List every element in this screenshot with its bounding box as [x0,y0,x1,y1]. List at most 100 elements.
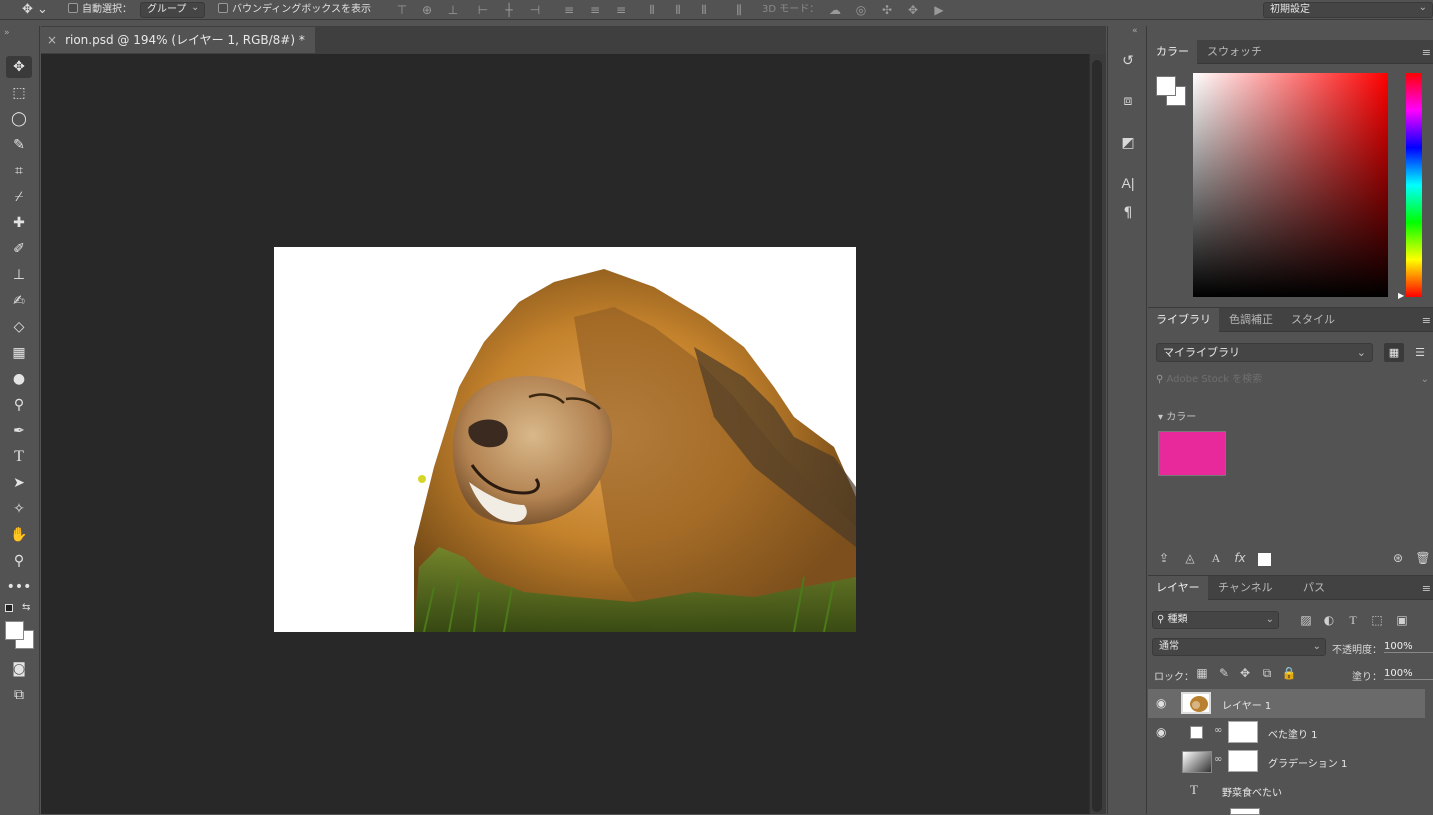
add-graphic-icon[interactable]: ◬ [1182,551,1198,565]
library-select[interactable]: マイライブラリ ⌄ [1156,343,1373,362]
eraser-tool-icon[interactable]: ◇ [6,316,32,338]
filter-type-icon[interactable]: T [1345,613,1361,628]
auto-align-icon[interactable]: ⫼ [732,3,746,17]
slide-3d-icon[interactable]: ✥ [906,3,920,17]
library-color-swatch[interactable] [1158,431,1226,476]
panel-menu-icon[interactable]: ≡ [1422,582,1431,595]
lock-artboard-icon[interactable]: ⧉ [1259,666,1275,681]
crop-tool-icon[interactable]: ⌗ [6,160,32,182]
bounding-box-checkbox[interactable]: バウンディングボックスを表示 [218,2,371,18]
zoom-tool-icon[interactable]: ⚲ [6,550,32,572]
grid-view-icon[interactable]: ▦ [1384,343,1404,362]
align-right-icon[interactable]: ⊣ [528,3,542,17]
distribute-bottom-icon[interactable]: ≡ [614,3,628,17]
lock-all-icon[interactable]: 🔒 [1281,666,1297,680]
filter-pixel-icon[interactable]: ▨ [1298,613,1314,627]
workspace-dropdown[interactable]: 初期設定 [1263,1,1433,18]
camera-3d-icon[interactable]: ▶ [932,3,946,17]
expand-arrows-icon[interactable]: « [1132,26,1138,36]
tab-paths[interactable]: パス [1295,576,1333,600]
swap-colors-icon[interactable]: ⇆ [22,602,30,613]
opacity-field[interactable]: 100% [1384,641,1433,653]
pan-3d-icon[interactable]: ✣ [880,3,894,17]
dodge-tool-icon[interactable]: ⚲ [6,394,32,416]
filter-smart-object-icon[interactable]: ▣ [1394,613,1410,627]
align-hcenter-icon[interactable]: ┼ [502,3,516,17]
lock-image-icon[interactable]: ✎ [1216,666,1232,680]
add-color-icon[interactable] [1258,553,1271,566]
align-bottom-icon[interactable]: ⊥ [446,3,460,17]
quick-select-tool-icon[interactable]: ✎ [6,134,32,156]
character-panel-icon[interactable]: A| [1116,172,1140,194]
distribute-top-icon[interactable]: ≡ [562,3,576,17]
chevron-down-icon[interactable]: ⌄ [1421,370,1429,390]
tab-libraries[interactable]: ライブラリ [1148,308,1219,332]
orbit-3d-icon[interactable]: ☁ [828,3,842,17]
filter-adjustment-icon[interactable]: ◐ [1321,613,1337,627]
link-icon[interactable]: ∞ [1214,754,1222,765]
creative-cloud-icon[interactable]: ⊛ [1390,551,1406,565]
paragraph-panel-icon[interactable]: ¶ [1116,202,1140,224]
layer-filter-select[interactable]: ⚲ 種類 ⌄ [1152,611,1279,629]
link-icon[interactable]: ∞ [1214,725,1222,736]
distribute-left-icon[interactable]: ⦀ [645,3,659,17]
visibility-eye-icon[interactable]: ◉ [1156,696,1166,710]
document-tab[interactable]: × rion.psd @ 194% (レイヤー 1, RGB/8#) * [41,27,315,53]
list-view-icon[interactable]: ☰ [1410,343,1430,362]
add-text-icon[interactable]: A [1208,551,1224,566]
distribute-right-icon[interactable]: ⦀ [697,3,711,17]
lock-transparent-icon[interactable]: ▦ [1194,666,1210,680]
type-tool-icon[interactable]: T [6,446,32,468]
brush-tool-icon[interactable]: ✐ [6,238,32,260]
blur-tool-icon[interactable]: ● [6,368,32,390]
tab-styles[interactable]: スタイル [1283,308,1343,332]
default-colors-icon[interactable] [5,604,13,612]
panel-menu-icon[interactable]: ≡ [1422,314,1431,327]
visibility-eye-icon[interactable]: ◉ [1156,725,1166,739]
trash-icon[interactable]: 🗑 [1415,551,1431,565]
path-select-tool-icon[interactable]: ➤ [6,472,32,494]
screen-mode-icon[interactable]: ⧉ [6,684,32,706]
document-canvas[interactable] [274,247,856,632]
align-left-icon[interactable]: ⊢ [476,3,490,17]
more-tools-icon[interactable]: ••• [6,576,32,598]
quick-mask-icon[interactable]: ◙ [6,658,32,680]
upload-icon[interactable]: ⇪ [1156,551,1172,565]
blend-mode-select[interactable]: 通常 ⌄ [1152,638,1326,656]
pen-tool-icon[interactable]: ✒ [6,420,32,442]
hue-slider-handle-icon[interactable]: ▶ [1398,291,1404,300]
filter-shape-icon[interactable]: ⬚ [1369,613,1385,627]
adjustments-panel-icon[interactable]: ◩ [1116,132,1140,154]
marquee-tool-icon[interactable]: ⬚ [6,82,32,104]
collapse-arrows-icon[interactable]: » [4,28,10,38]
tab-color[interactable]: カラー [1148,40,1197,64]
lock-position-icon[interactable]: ✥ [1237,666,1253,680]
colors-section-header[interactable]: ▾ カラー [1158,408,1196,423]
eyedropper-tool-icon[interactable]: ⌿ [6,186,32,208]
history-brush-tool-icon[interactable]: ✍ [6,290,32,312]
fill-field[interactable]: 100% [1384,668,1433,680]
stock-search-input[interactable]: ⚲ Adobe Stock を検索 ⌄ [1156,370,1433,390]
tab-swatches[interactable]: スウォッチ [1199,40,1270,64]
close-tab-icon[interactable]: × [47,33,57,47]
gradient-tool-icon[interactable]: ▦ [6,342,32,364]
properties-panel-icon[interactable]: ⧈ [1116,90,1140,112]
stamp-tool-icon[interactable]: ⊥ [6,264,32,286]
align-vcenter-icon[interactable]: ⊕ [420,3,434,17]
lasso-tool-icon[interactable]: ◯ [6,108,32,130]
move-tool-icon[interactable]: ✥ [6,56,32,78]
tab-channels[interactable]: チャンネル [1210,576,1281,600]
layer-row[interactable]: ∞ グラデーション 1 [1148,747,1433,776]
foreground-swatch[interactable] [1156,76,1176,96]
tab-layers[interactable]: レイヤー [1148,576,1208,600]
auto-select-dropdown[interactable]: グループ [140,1,206,18]
panel-menu-icon[interactable]: ≡ [1422,46,1431,59]
healing-brush-tool-icon[interactable]: ✚ [6,212,32,234]
layer-row[interactable]: ◉ ∞ べた塗り 1 [1148,718,1433,747]
move-tool-icon[interactable]: ✥ ⌄ [22,2,48,18]
layer-row[interactable]: T 野菜食べたい [1148,776,1433,805]
history-panel-icon[interactable]: ↺ [1116,50,1140,72]
distribute-hcenter-icon[interactable]: ⦀ [671,3,685,17]
auto-select-checkbox[interactable]: 自動選択： [68,2,132,18]
tab-adjustments[interactable]: 色調補正 [1221,308,1281,332]
